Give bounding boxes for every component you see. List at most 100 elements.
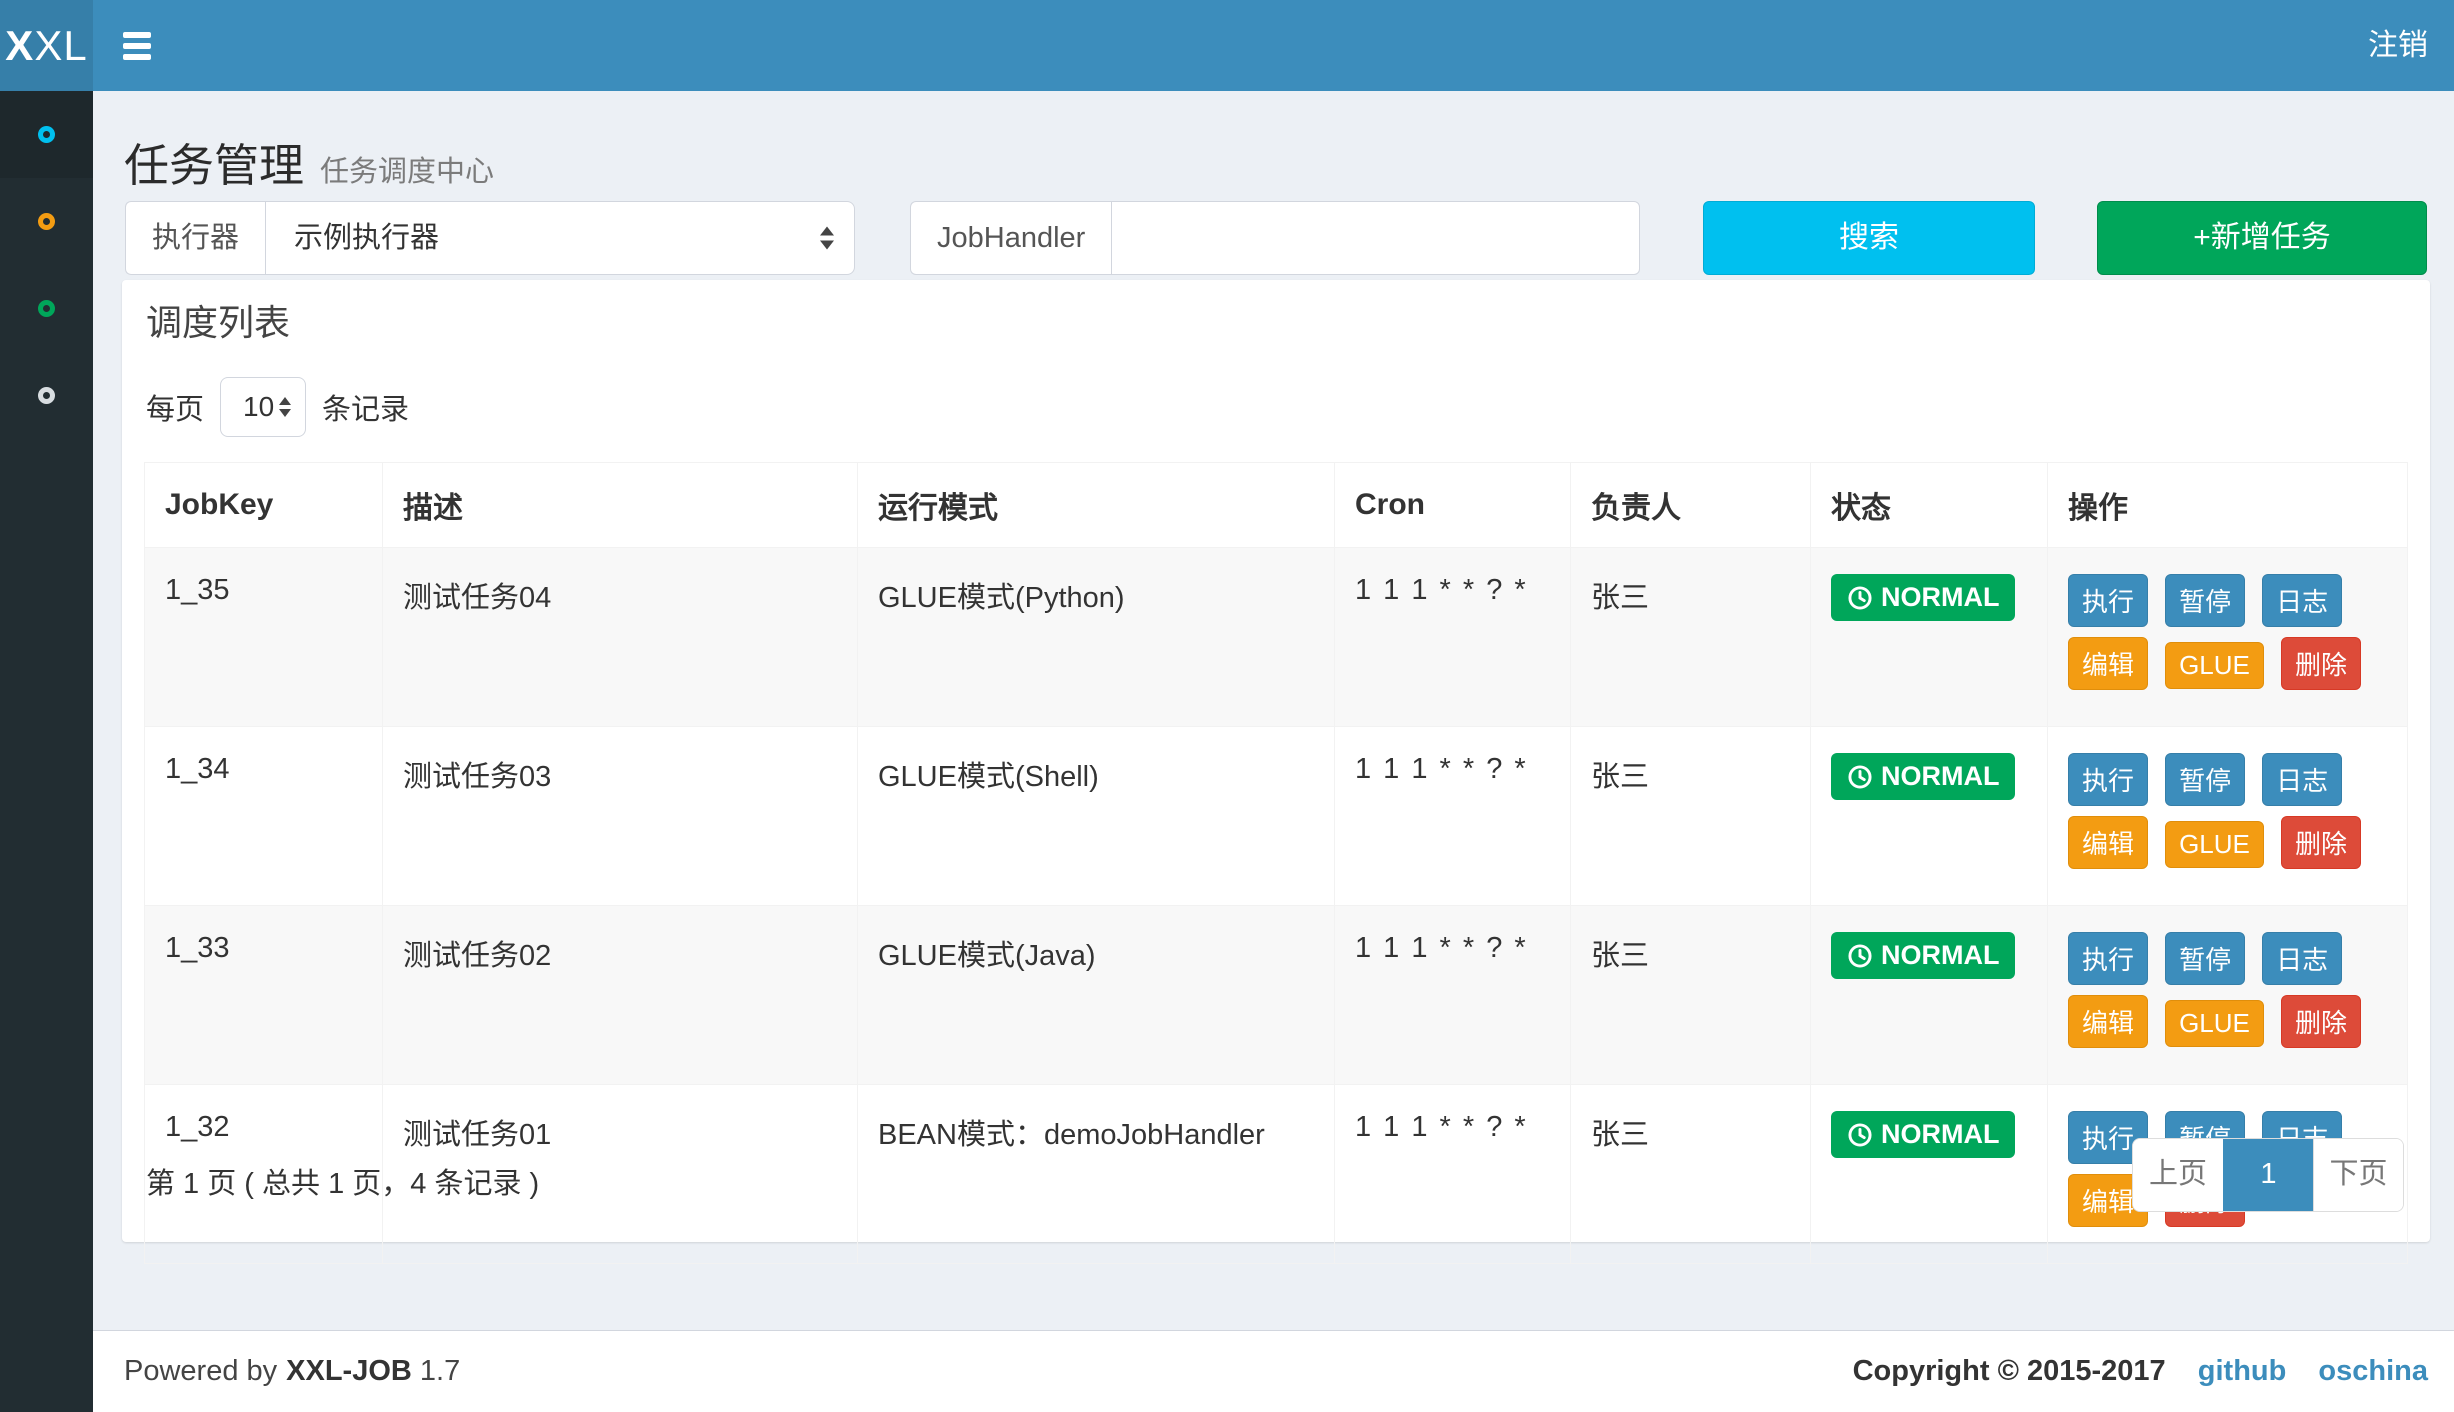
cell-owner: 张三 <box>1571 548 1811 727</box>
circle-icon <box>38 387 55 404</box>
page-size-suffix: 条记录 <box>322 386 409 428</box>
oschina-link[interactable]: oschina <box>2318 1355 2428 1387</box>
panel-title: 调度列表 <box>146 294 290 346</box>
footer-powered-by: Powered byXXL-JOB 1.7 <box>124 1355 469 1388</box>
status-badge: NORMAL <box>1831 574 2015 621</box>
page-subtitle: 任务调度中心 <box>320 148 494 190</box>
execute-button[interactable]: 执行 <box>2068 932 2148 985</box>
menu-toggle-button[interactable] <box>104 0 170 91</box>
cell-desc: 测试任务04 <box>383 548 858 727</box>
log-button[interactable]: 日志 <box>2262 753 2342 806</box>
jobs-table: JobKey 描述 运行模式 Cron 负责人 状态 操作 1_35 测试任务0… <box>144 462 2408 1264</box>
executor-input-group: 执行器 示例执行器 <box>125 201 855 275</box>
cell-desc: 测试任务03 <box>383 727 858 906</box>
cell-cron: 1 1 1 * * ? * <box>1335 1085 1571 1264</box>
table-row: 1_35 测试任务04 GLUE模式(Python) 1 1 1 * * ? *… <box>145 548 2408 727</box>
cell-status: NORMAL <box>1811 727 2048 906</box>
table-header-row: JobKey 描述 运行模式 Cron 负责人 状态 操作 <box>145 463 2408 548</box>
sidebar-item-3[interactable] <box>0 265 93 352</box>
schedule-list-panel: 调度列表 每页 10 条记录 JobKey 描述 运行模式 <box>122 280 2430 1242</box>
page-title: 任务管理 <box>124 129 304 194</box>
clock-icon <box>1847 1122 1873 1148</box>
log-button[interactable]: 日志 <box>2262 932 2342 985</box>
cell-desc: 测试任务02 <box>383 906 858 1085</box>
delete-button[interactable]: 删除 <box>2281 995 2361 1048</box>
cell-actions: 执行 暂停 日志 编辑 GLUE 删除 <box>2048 727 2408 906</box>
copyright-text: Copyright © 2015-2017 <box>1853 1355 2166 1387</box>
cell-mode: GLUE模式(Python) <box>858 548 1335 727</box>
clock-icon <box>1847 943 1873 969</box>
jobhandler-input[interactable] <box>1111 201 1640 275</box>
logout-link[interactable]: 注销 <box>2342 0 2454 91</box>
top-navbar: XXL 注销 <box>0 0 2454 91</box>
page-1-button[interactable]: 1 <box>2223 1139 2313 1211</box>
delete-button[interactable]: 删除 <box>2281 816 2361 869</box>
content-area: 任务管理 任务调度中心 执行器 示例执行器 JobHandler 搜索 +新增任… <box>93 91 2454 1412</box>
col-cron: Cron <box>1335 463 1571 548</box>
cell-actions: 执行 暂停 日志 编辑 GLUE 删除 <box>2048 906 2408 1085</box>
sidebar-item-2[interactable] <box>0 178 93 265</box>
cell-mode: GLUE模式(Java) <box>858 906 1335 1085</box>
executor-selected-value: 示例执行器 <box>294 222 439 254</box>
status-badge: NORMAL <box>1831 1111 2015 1158</box>
cell-actions: 执行 暂停 日志 编辑 GLUE 删除 <box>2048 548 2408 727</box>
cell-mode: GLUE模式(Shell) <box>858 727 1335 906</box>
status-text: NORMAL <box>1881 582 1999 613</box>
cell-status: NORMAL <box>1811 1085 2048 1264</box>
prev-page-button[interactable]: 上页 <box>2133 1139 2223 1211</box>
executor-label: 执行器 <box>125 201 265 275</box>
jobhandler-input-group: JobHandler <box>910 201 1640 275</box>
table-row: 1_33 测试任务02 GLUE模式(Java) 1 1 1 * * ? * 张… <box>145 906 2408 1085</box>
cell-cron: 1 1 1 * * ? * <box>1335 727 1571 906</box>
status-text: NORMAL <box>1881 1119 1999 1150</box>
col-actions: 操作 <box>2048 463 2408 548</box>
clock-icon <box>1847 585 1873 611</box>
cell-owner: 张三 <box>1571 906 1811 1085</box>
app-logo: XXL <box>0 0 93 91</box>
table-row: 1_34 测试任务03 GLUE模式(Shell) 1 1 1 * * ? * … <box>145 727 2408 906</box>
footer: Powered byXXL-JOB 1.7 Copyright © 2015-2… <box>93 1330 2454 1412</box>
cell-cron: 1 1 1 * * ? * <box>1335 906 1571 1085</box>
col-owner: 负责人 <box>1571 463 1811 548</box>
next-page-button[interactable]: 下页 <box>2313 1139 2403 1211</box>
execute-button[interactable]: 执行 <box>2068 574 2148 627</box>
glue-button[interactable]: GLUE <box>2165 642 2264 689</box>
circle-icon <box>38 126 55 143</box>
filter-row: 执行器 示例执行器 JobHandler 搜索 +新增任务 <box>93 201 2454 275</box>
glue-button[interactable]: GLUE <box>2165 821 2264 868</box>
logo-text: XL <box>34 22 87 69</box>
edit-button[interactable]: 编辑 <box>2068 637 2148 690</box>
execute-button[interactable]: 执行 <box>2068 753 2148 806</box>
hamburger-icon <box>123 32 151 38</box>
clock-icon <box>1847 764 1873 790</box>
status-text: NORMAL <box>1881 761 1999 792</box>
add-job-button[interactable]: +新增任务 <box>2097 201 2427 275</box>
edit-button[interactable]: 编辑 <box>2068 816 2148 869</box>
jobhandler-label: JobHandler <box>910 201 1111 275</box>
sidebar-item-1[interactable] <box>0 91 93 178</box>
search-button[interactable]: 搜索 <box>1703 201 2035 275</box>
pause-button[interactable]: 暂停 <box>2165 574 2245 627</box>
pause-button[interactable]: 暂停 <box>2165 932 2245 985</box>
col-status: 状态 <box>1811 463 2048 548</box>
circle-icon <box>38 300 55 317</box>
page-size-select[interactable]: 10 <box>220 377 306 437</box>
page-size-value: 10 <box>243 391 274 422</box>
delete-button[interactable]: 删除 <box>2281 637 2361 690</box>
glue-button[interactable]: GLUE <box>2165 1000 2264 1047</box>
cell-jobkey: 1_35 <box>145 548 383 727</box>
status-badge: NORMAL <box>1831 753 2015 800</box>
col-desc: 描述 <box>383 463 858 548</box>
github-link[interactable]: github <box>2198 1355 2287 1387</box>
col-mode: 运行模式 <box>858 463 1335 548</box>
page-size-control: 每页 10 条记录 <box>146 376 409 438</box>
executor-select[interactable]: 示例执行器 <box>265 201 855 275</box>
edit-button[interactable]: 编辑 <box>2068 995 2148 1048</box>
circle-icon <box>38 213 55 230</box>
pause-button[interactable]: 暂停 <box>2165 753 2245 806</box>
col-jobkey: JobKey <box>145 463 383 548</box>
status-badge: NORMAL <box>1831 932 2015 979</box>
log-button[interactable]: 日志 <box>2262 574 2342 627</box>
sidebar-item-4[interactable] <box>0 352 93 439</box>
logo-text-bold: X <box>5 22 34 69</box>
